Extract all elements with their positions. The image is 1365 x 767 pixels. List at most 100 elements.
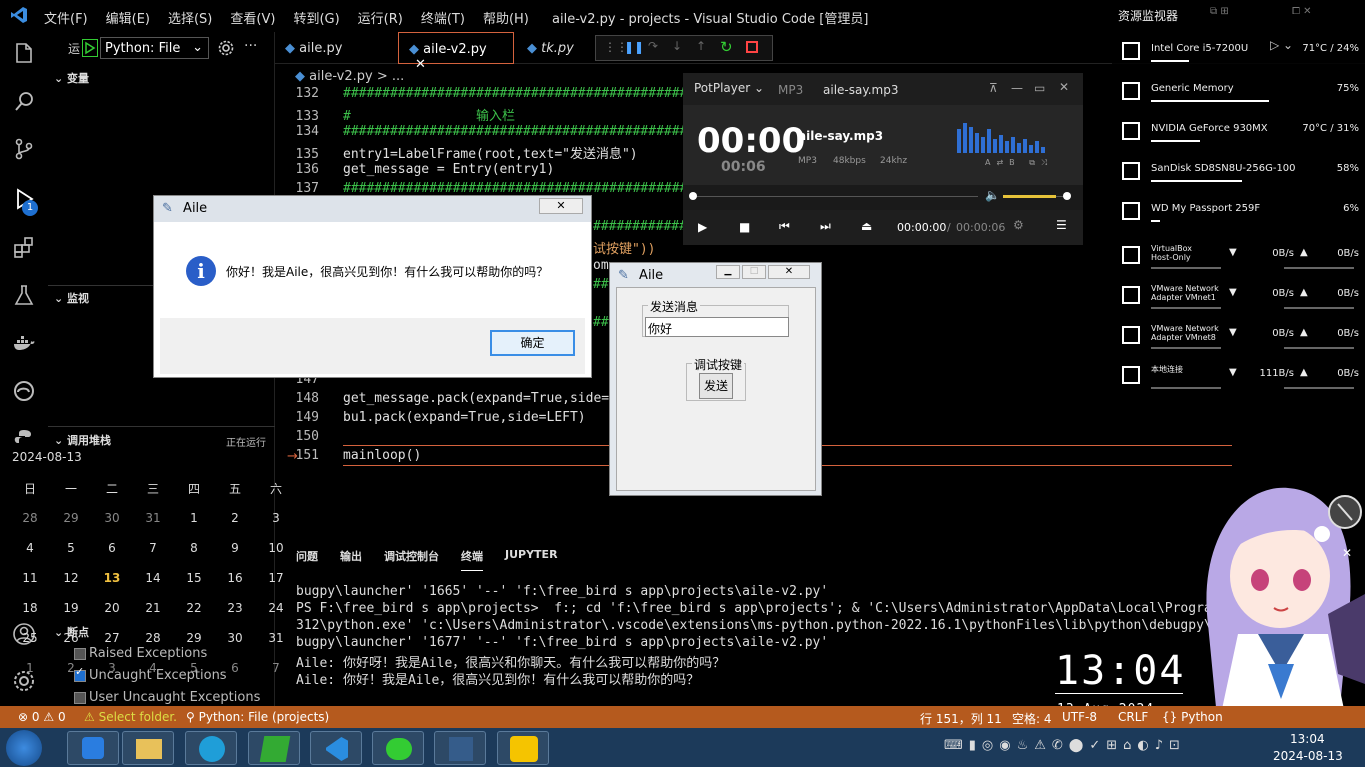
- next-icon[interactable]: ⏭: [820, 219, 831, 234]
- run-file-icon[interactable]: ▷ ⌄: [1270, 38, 1293, 52]
- taskbar-python-icon[interactable]: [434, 731, 486, 765]
- playback-mode-icons[interactable]: A⇄B ⧉⤨: [985, 158, 1053, 168]
- encoding[interactable]: UTF-8: [1062, 710, 1097, 724]
- extensions-icon[interactable]: [12, 235, 36, 259]
- calendar-day[interactable]: 19: [51, 601, 91, 615]
- pot-close-icon[interactable]: ✕: [1059, 80, 1069, 94]
- eject-icon[interactable]: ⏏: [861, 219, 872, 233]
- character-close-icon[interactable]: ✕: [1342, 546, 1352, 560]
- calendar-day[interactable]: 2: [51, 661, 91, 675]
- more-actions-icon[interactable]: ···: [244, 38, 257, 54]
- tab-aile[interactable]: ◆ aile.py: [275, 32, 395, 64]
- code-line[interactable]: 134 #####################################…: [275, 124, 688, 143]
- menu-item[interactable]: 查看(V): [230, 8, 275, 27]
- stop-icon[interactable]: ■: [739, 220, 750, 234]
- calendar-day[interactable]: 27: [92, 631, 132, 645]
- gear-icon[interactable]: [218, 40, 234, 56]
- calendar-day[interactable]: 3: [256, 511, 296, 525]
- calendar-day[interactable]: 31: [256, 631, 296, 645]
- code-line[interactable]: 133 # 输入栏: [275, 105, 516, 124]
- restart-icon[interactable]: ↻: [720, 38, 733, 56]
- calendar-day[interactable]: 29: [174, 631, 214, 645]
- watch-section[interactable]: ⌄ 监视: [54, 290, 89, 306]
- panel-tab[interactable]: 输出: [340, 548, 362, 571]
- calendar-day[interactable]: 10: [256, 541, 296, 555]
- taskbar-vscode-icon[interactable]: [310, 731, 362, 765]
- step-out-icon[interactable]: ↑: [696, 39, 706, 53]
- calendar-day[interactable]: 4: [133, 661, 173, 675]
- send-button[interactable]: 发送: [699, 373, 733, 399]
- playlist-icon[interactable]: ☰: [1056, 218, 1067, 232]
- close-tab-icon[interactable]: ✕: [415, 57, 426, 72]
- debug-config-select[interactable]: Python: File ⌄: [100, 37, 209, 59]
- play-icon[interactable]: ▶: [698, 220, 707, 234]
- panel-tab[interactable]: 调试控制台: [384, 548, 439, 571]
- docker-icon[interactable]: [12, 331, 36, 355]
- menu-item[interactable]: 选择(S): [168, 8, 212, 27]
- stop-icon[interactable]: [746, 41, 758, 53]
- menu-item[interactable]: 帮助(H): [483, 8, 529, 27]
- calendar-day[interactable]: 25: [10, 631, 50, 645]
- select-folder-status[interactable]: ⚠ Select folder.: [84, 710, 177, 724]
- calendar-day[interactable]: 18: [10, 601, 50, 615]
- calendar-day[interactable]: 28: [10, 511, 50, 525]
- calendar-day[interactable]: 3: [92, 661, 132, 675]
- calendar-day[interactable]: 20: [92, 601, 132, 615]
- panel-tab[interactable]: JUPYTER: [505, 548, 558, 571]
- calendar-day[interactable]: 1: [10, 661, 50, 675]
- message-entry[interactable]: 你好: [645, 317, 789, 337]
- menu-item[interactable]: 编辑(E): [106, 8, 150, 27]
- calendar-day[interactable]: 29: [51, 511, 91, 525]
- calendar-day[interactable]: 24: [256, 601, 296, 615]
- tray-date[interactable]: 2024-08-13: [1273, 749, 1343, 763]
- calendar-day[interactable]: 2: [215, 511, 255, 525]
- testing-flask-icon[interactable]: [12, 283, 36, 307]
- indentation[interactable]: 空格: 4: [1012, 710, 1052, 727]
- code-line[interactable]: 148 get_message.pack(expand=True,side=L: [275, 391, 617, 410]
- pot-minimize-icon[interactable]: —: [1011, 81, 1023, 95]
- panel-tab[interactable]: 问题: [296, 548, 318, 571]
- calendar-day[interactable]: 6: [92, 541, 132, 555]
- tab-aile-v2[interactable]: ◆ aile-v2.py ✕: [398, 32, 514, 72]
- taskbar-potplayer-icon[interactable]: [497, 731, 549, 765]
- code-line[interactable]: 132 #####################################…: [275, 86, 688, 105]
- callstack-section[interactable]: ⌄ 调用堆栈: [54, 432, 111, 448]
- seek-handle[interactable]: [689, 192, 697, 200]
- code-line[interactable]: 136 get_message = Entry(entry1): [275, 162, 555, 181]
- step-over-icon[interactable]: ↷: [648, 39, 658, 53]
- calendar-day[interactable]: 1: [174, 511, 214, 525]
- calendar-day[interactable]: 6: [215, 661, 255, 675]
- start-button-icon[interactable]: [6, 730, 42, 766]
- search-icon[interactable]: [12, 89, 36, 113]
- calendar-day[interactable]: 17: [256, 571, 296, 585]
- taskbar-edge-icon[interactable]: [185, 731, 237, 765]
- taskbar-wechat-icon[interactable]: [372, 731, 424, 765]
- code-line[interactable]: 149 bu1.pack(expand=True,side=LEFT): [275, 410, 586, 429]
- pin-icon[interactable]: ⊼: [989, 81, 998, 95]
- variables-section[interactable]: ⌄ 变量: [54, 70, 89, 86]
- calendar-day[interactable]: 8: [174, 541, 214, 555]
- explorer-icon[interactable]: [12, 41, 36, 65]
- calendar-day[interactable]: 7: [256, 661, 296, 675]
- debug-status[interactable]: ⚲ Python: File (projects): [186, 710, 329, 724]
- calendar-day[interactable]: 5: [51, 541, 91, 555]
- code-line[interactable]: 150: [275, 429, 343, 448]
- tray-time[interactable]: 13:04: [1290, 732, 1325, 746]
- calendar-day[interactable]: 15: [174, 571, 214, 585]
- calendar-day[interactable]: 23: [215, 601, 255, 615]
- calendar-day[interactable]: 28: [133, 631, 173, 645]
- menu-item[interactable]: 终端(T): [421, 8, 465, 27]
- calendar-day[interactable]: 5: [174, 661, 214, 675]
- start-debug-icon[interactable]: [82, 39, 98, 57]
- ok-button[interactable]: 确定: [490, 330, 575, 356]
- seek-bar[interactable]: [693, 196, 978, 197]
- breadcrumb[interactable]: ◆ aile-v2.py > ...: [295, 69, 404, 84]
- calendar-day[interactable]: 22: [174, 601, 214, 615]
- menu-item[interactable]: 文件(F): [44, 8, 88, 27]
- line-ending[interactable]: CRLF: [1118, 710, 1148, 724]
- volume-icon[interactable]: 🔈: [985, 188, 1000, 202]
- calendar-day[interactable]: 11: [10, 571, 50, 585]
- pause-icon[interactable]: ❚❚: [624, 40, 644, 54]
- calendar-day[interactable]: 30: [215, 631, 255, 645]
- panel-tab[interactable]: 终端: [461, 548, 483, 571]
